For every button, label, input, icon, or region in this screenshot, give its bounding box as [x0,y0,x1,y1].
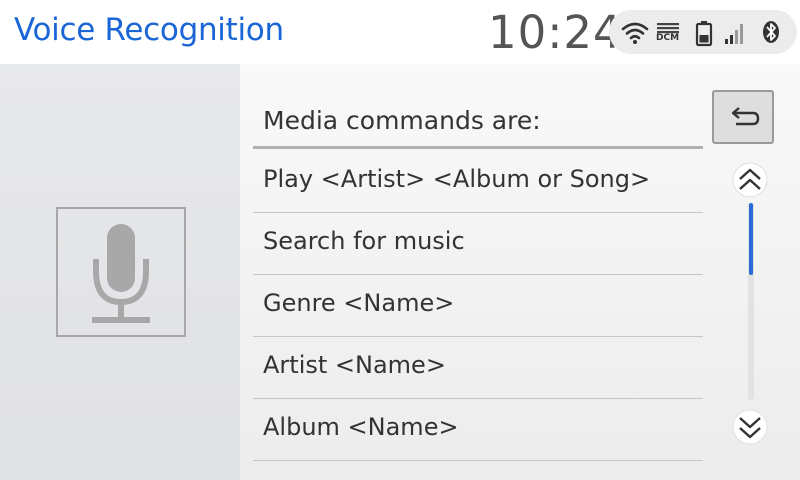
double-chevron-up-icon [732,162,768,198]
return-arrow-icon [731,107,760,126]
scrollbar-thumb[interactable] [749,203,753,275]
header-bar: Voice Recognition 10:24 DCM [0,0,800,64]
status-bar [609,10,797,54]
scrollbar-track[interactable] [748,203,754,400]
clock: 10:24 [488,6,623,59]
command-item[interactable]: Search for music [253,213,703,275]
command-item[interactable]: Genre <Name> [253,275,703,337]
list-header: Media commands are: [253,96,703,149]
wifi-icon [621,22,649,44]
bluetooth-icon [763,21,779,43]
list-header-label: Media commands are: [263,106,541,135]
command-item[interactable]: Album <Name> [253,399,703,461]
scroll-up-button[interactable] [730,160,770,200]
double-chevron-down-icon [732,409,768,445]
command-item-label: Artist <Name> [263,351,446,379]
command-item-label: Genre <Name> [263,289,455,317]
battery-icon [695,21,713,47]
screen-title: Voice Recognition [14,12,284,48]
command-item-label: Search for music [263,227,465,255]
command-item-label: Play <Artist> <Album or Song> [263,165,651,193]
back-button[interactable] [712,90,774,144]
command-item[interactable]: Artist <Name> [253,337,703,399]
cell-signal-icon [725,24,743,44]
dcm-signal-icon [657,23,679,34]
dcm-label: DCM [656,33,680,43]
microphone-indicator [56,207,186,337]
scroll-down-button[interactable] [730,407,770,447]
microphone-icon [92,224,150,323]
command-item-label: Album <Name> [263,413,459,441]
command-item[interactable]: Play <Artist> <Album or Song> [253,151,703,213]
